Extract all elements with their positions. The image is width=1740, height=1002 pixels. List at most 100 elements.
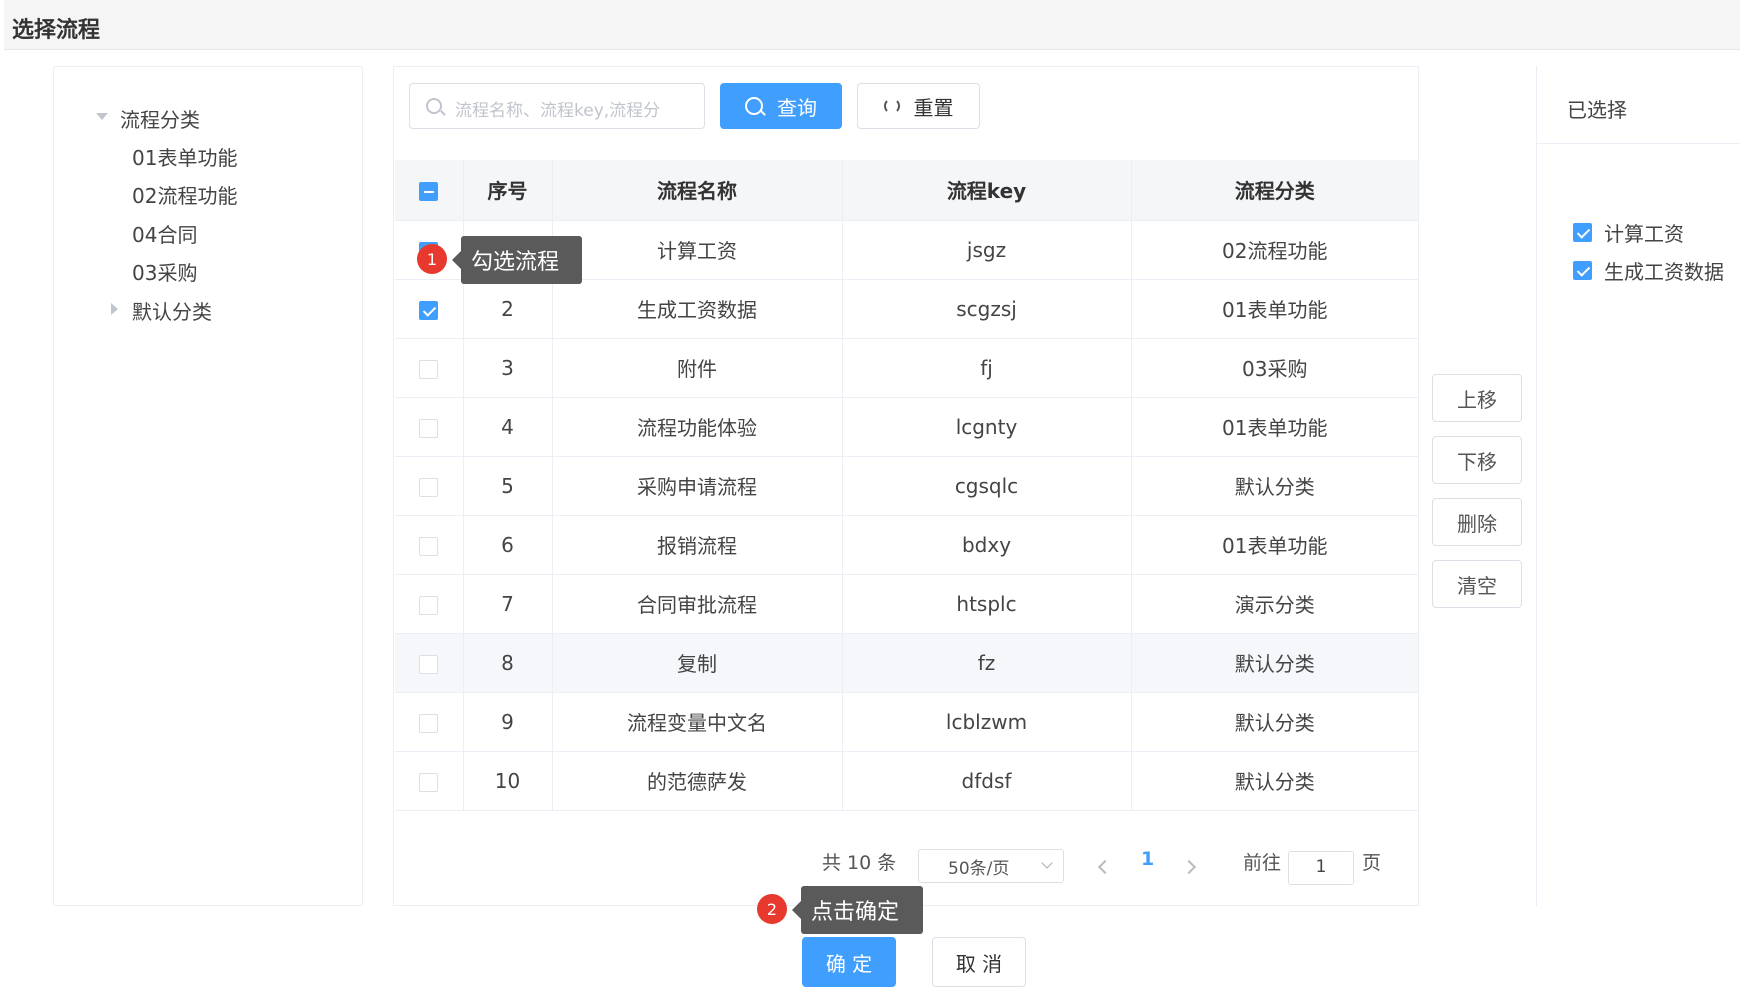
- page-number-current[interactable]: 1: [1141, 848, 1154, 870]
- table-row[interactable]: 3 附件 fj 03采购: [395, 338, 1418, 398]
- selected-item-checkbox[interactable]: [1573, 223, 1592, 242]
- column-header-name: 流程名称: [552, 160, 843, 221]
- tip-text: 点击确定: [811, 900, 900, 925]
- row-index: 2: [463, 279, 553, 339]
- goto-page-input[interactable]: 1: [1288, 851, 1354, 885]
- refresh-icon: [883, 98, 900, 114]
- process-name: 流程功能体验: [552, 397, 843, 457]
- tip-text: 勾选流程: [471, 250, 560, 275]
- process-key: bdxy: [842, 515, 1132, 575]
- query-button[interactable]: 查询: [720, 83, 842, 129]
- table-row[interactable]: 6 报销流程 bdxy 01表单功能: [395, 515, 1418, 575]
- row-select-cell[interactable]: [395, 397, 464, 457]
- process-category: 默认分类: [1131, 633, 1418, 693]
- tree-collapse-icon[interactable]: [111, 303, 118, 315]
- row-checkbox[interactable]: [419, 300, 439, 320]
- table-row[interactable]: 2 生成工资数据 scgzsj 01表单功能: [395, 279, 1418, 339]
- move-up-button[interactable]: 上移: [1432, 374, 1522, 422]
- row-index: 4: [463, 397, 553, 457]
- table-row[interactable]: 5 采购申请流程 cgsqlc 默认分类: [395, 456, 1418, 516]
- row-checkbox[interactable]: [419, 713, 439, 733]
- row-checkbox[interactable]: [419, 654, 439, 674]
- table-row[interactable]: 8 复制 fz 默认分类: [395, 633, 1418, 693]
- process-name: 的范德萨发: [552, 751, 843, 811]
- step-badge-1: 1: [417, 244, 447, 274]
- row-select-cell[interactable]: [395, 633, 464, 693]
- process-key: lcblzwm: [842, 692, 1132, 752]
- process-key: fz: [842, 633, 1132, 693]
- selected-title: 已选择: [1567, 98, 1627, 122]
- delete-button[interactable]: 删除: [1432, 498, 1522, 546]
- process-name: 合同审批流程: [552, 574, 843, 634]
- process-category: 03采购: [1131, 338, 1418, 398]
- row-select-cell[interactable]: [395, 751, 464, 811]
- tree-node-04-contract[interactable]: 04合同: [132, 219, 197, 248]
- row-checkbox[interactable]: [419, 418, 439, 438]
- process-key: lcgnty: [842, 397, 1132, 457]
- row-select-cell[interactable]: [395, 279, 464, 339]
- clear-button[interactable]: 清空: [1432, 560, 1522, 608]
- row-select-cell[interactable]: [395, 515, 464, 575]
- tree-node-default[interactable]: 默认分类: [132, 296, 212, 325]
- page-size-select[interactable]: 50条/页: [918, 849, 1064, 883]
- goto-suffix: 页: [1362, 852, 1382, 874]
- row-select-cell[interactable]: [395, 456, 464, 516]
- row-checkbox[interactable]: [419, 359, 439, 379]
- selected-item-label: 生成工资数据: [1604, 260, 1724, 284]
- row-checkbox[interactable]: [419, 595, 439, 615]
- tree-node-01-form[interactable]: 01表单功能: [132, 142, 237, 171]
- row-index: 3: [463, 338, 553, 398]
- dialog-title: 选择流程: [12, 18, 101, 43]
- table-row[interactable]: 10 的范德萨发 dfdsf 默认分类: [395, 751, 1418, 811]
- selected-header: 已选择: [1537, 66, 1740, 144]
- row-index: 9: [463, 692, 553, 752]
- column-header-category: 流程分类: [1131, 160, 1418, 221]
- process-name: 生成工资数据: [552, 279, 843, 339]
- table-row[interactable]: 7 合同审批流程 htsplc 演示分类: [395, 574, 1418, 634]
- row-index: 8: [463, 633, 553, 693]
- tree-expand-icon[interactable]: [96, 113, 108, 120]
- process-category: 默认分类: [1131, 692, 1418, 752]
- process-name: 报销流程: [552, 515, 843, 575]
- process-key: cgsqlc: [842, 456, 1132, 516]
- query-label: 查询: [777, 95, 817, 120]
- tree-node-03-purchase[interactable]: 03采购: [132, 257, 197, 286]
- process-category: 默认分类: [1131, 751, 1418, 811]
- row-checkbox[interactable]: [419, 536, 439, 556]
- process-category: 演示分类: [1131, 574, 1418, 634]
- selected-item[interactable]: 计算工资: [1573, 218, 1684, 247]
- tree-node-root[interactable]: 流程分类: [120, 104, 200, 133]
- row-checkbox[interactable]: [419, 772, 439, 792]
- search-input[interactable]: 流程名称、流程key,流程分: [409, 83, 705, 129]
- column-header-index: 序号: [463, 160, 553, 221]
- tree-node-02-process[interactable]: 02流程功能: [132, 180, 237, 209]
- reset-button[interactable]: 重置: [857, 83, 980, 129]
- row-select-cell[interactable]: [395, 338, 464, 398]
- goto-prefix: 前往: [1243, 852, 1282, 874]
- process-name: 复制: [552, 633, 843, 693]
- row-index: 5: [463, 456, 553, 516]
- select-all-cell[interactable]: [395, 160, 464, 221]
- row-select-cell[interactable]: [395, 574, 464, 634]
- row-index: 6: [463, 515, 553, 575]
- row-select-cell[interactable]: [395, 692, 464, 752]
- row-checkbox[interactable]: [419, 477, 439, 497]
- selected-item[interactable]: 生成工资数据: [1573, 256, 1724, 285]
- column-header-key: 流程key: [842, 160, 1132, 221]
- confirm-button[interactable]: 确 定: [802, 937, 896, 987]
- table-row[interactable]: 9 流程变量中文名 lcblzwm 默认分类: [395, 692, 1418, 752]
- reset-label: 重置: [913, 95, 954, 120]
- tutorial-tip-confirm: 点击确定: [792, 886, 923, 934]
- pagination-total: 共 10 条: [822, 852, 897, 874]
- selected-item-label: 计算工资: [1604, 222, 1684, 246]
- process-name: 流程变量中文名: [552, 692, 843, 752]
- move-down-button[interactable]: 下移: [1432, 436, 1522, 484]
- selected-panel: 已选择 计算工资 生成工资数据: [1536, 66, 1740, 906]
- table-row[interactable]: 4 流程功能体验 lcgnty 01表单功能: [395, 397, 1418, 457]
- selected-item-checkbox[interactable]: [1573, 261, 1592, 280]
- search-icon: [426, 98, 442, 114]
- process-key: scgzsj: [842, 279, 1132, 339]
- cancel-button[interactable]: 取 消: [932, 937, 1026, 987]
- process-category: 01表单功能: [1131, 515, 1418, 575]
- select-all-checkbox[interactable]: [419, 181, 439, 201]
